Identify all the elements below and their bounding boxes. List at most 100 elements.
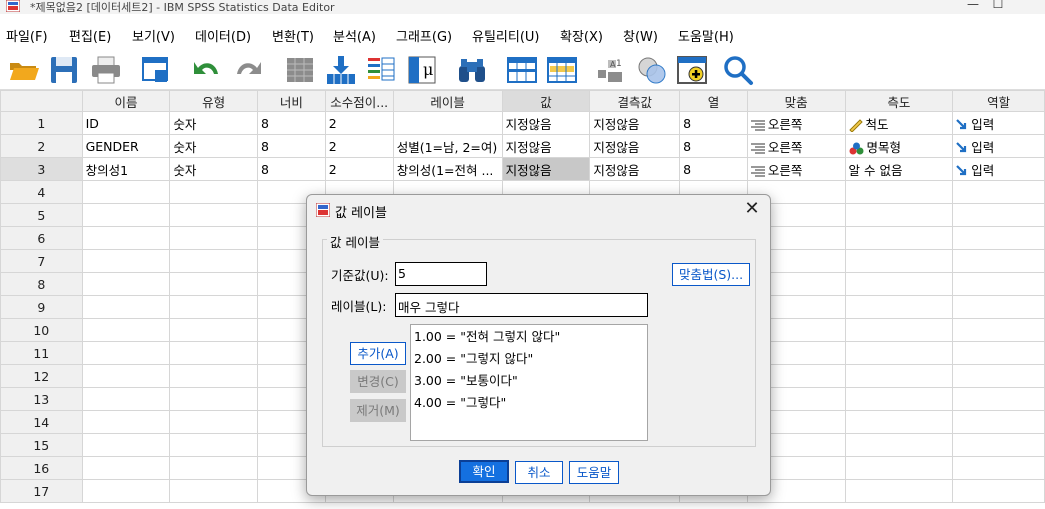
search-icon[interactable]: [722, 54, 754, 86]
row-number[interactable]: 9: [0, 295, 83, 319]
menu-window[interactable]: 창(W): [623, 26, 658, 45]
column-header-decimals[interactable]: 소수점이...: [324, 90, 394, 112]
column-header-values[interactable]: 값: [501, 90, 591, 112]
cell-name[interactable]: GENDER: [81, 134, 171, 158]
close-icon[interactable]: ✕: [742, 198, 762, 219]
row-number[interactable]: 2: [0, 134, 83, 158]
spelling-button[interactable]: 맞춤법(S)...: [672, 263, 750, 286]
cell-align[interactable]: 오른쪽: [746, 134, 846, 158]
use-variable-sets-icon[interactable]: [636, 54, 668, 86]
row-number[interactable]: 4: [0, 180, 83, 204]
row-number[interactable]: 14: [0, 410, 83, 434]
menu-utilities[interactable]: 유틸리티(U): [472, 26, 540, 45]
goto-case-icon[interactable]: [284, 54, 316, 86]
cell-decimals[interactable]: 2: [324, 157, 394, 181]
cell-missing[interactable]: 지정않음: [589, 111, 681, 135]
column-header-role[interactable]: 역할: [952, 90, 1045, 112]
cell-decimals[interactable]: 2: [324, 134, 394, 158]
redo-icon[interactable]: [233, 54, 265, 86]
cell-decimals[interactable]: 2: [324, 111, 394, 135]
help-button[interactable]: 도움말: [569, 461, 619, 484]
cell-label[interactable]: 창의성(1=전혀 ...: [392, 157, 503, 181]
print-icon[interactable]: [90, 54, 122, 86]
cell-name[interactable]: 창의성1: [81, 157, 171, 181]
list-item[interactable]: 3.00 = "보통이다": [414, 371, 644, 393]
cell-columns[interactable]: 8: [679, 111, 748, 135]
column-header-type[interactable]: 유형: [169, 90, 258, 112]
cell-measure[interactable]: 알 수 없음: [844, 157, 954, 181]
cell-type[interactable]: 숫자: [169, 134, 258, 158]
menu-view[interactable]: 보기(V): [132, 26, 175, 45]
row-number[interactable]: 6: [0, 226, 83, 250]
select-cases-icon[interactable]: [546, 54, 578, 86]
row-number[interactable]: 11: [0, 341, 83, 365]
goto-variable-icon[interactable]: [325, 54, 357, 86]
menu-transform[interactable]: 변환(T): [272, 26, 314, 45]
cell-columns[interactable]: 8: [679, 157, 748, 181]
value-labels-icon[interactable]: A1: [596, 54, 628, 86]
row-number[interactable]: 5: [0, 203, 83, 227]
dialog-recall-icon[interactable]: [140, 54, 172, 86]
column-header-width[interactable]: 너비: [256, 90, 326, 112]
cell-values-selected[interactable]: 지정않음: [501, 157, 591, 181]
find-binoculars-icon[interactable]: [456, 54, 488, 86]
row-number[interactable]: 17: [0, 479, 83, 503]
menu-file[interactable]: 파일(F): [6, 26, 48, 45]
row-number[interactable]: 8: [0, 272, 83, 296]
column-header-align[interactable]: 맞춤: [746, 90, 846, 112]
cell-columns[interactable]: 8: [679, 134, 748, 158]
row-number[interactable]: 16: [0, 456, 83, 480]
row-number[interactable]: 1: [0, 111, 83, 135]
open-folder-icon[interactable]: [8, 54, 40, 86]
show-all-variables-icon[interactable]: [676, 54, 708, 86]
cell-type[interactable]: 숫자: [169, 111, 258, 135]
list-item[interactable]: 2.00 = "그렇지 않다": [414, 349, 644, 371]
value-input[interactable]: 5: [395, 262, 487, 286]
ok-button[interactable]: 확인: [459, 460, 509, 483]
menu-help[interactable]: 도움말(H): [678, 26, 734, 45]
add-button[interactable]: 추가(A): [350, 342, 406, 365]
cell-values[interactable]: 지정않음: [501, 111, 591, 135]
undo-icon[interactable]: [190, 54, 222, 86]
cell-values[interactable]: 지정않음: [501, 134, 591, 158]
menu-extensions[interactable]: 확장(X): [560, 26, 603, 45]
corner-cell[interactable]: [0, 90, 83, 112]
column-header-missing[interactable]: 결측값: [589, 90, 681, 112]
row-number[interactable]: 10: [0, 318, 83, 342]
cell-width[interactable]: 8: [256, 134, 326, 158]
cell-missing[interactable]: 지정않음: [589, 134, 681, 158]
column-header-name[interactable]: 이름: [81, 90, 171, 112]
cell-role[interactable]: 입력: [952, 134, 1045, 158]
cell-label[interactable]: 성별(1=남, 2=여): [392, 134, 503, 158]
cell-role[interactable]: 입력: [952, 157, 1045, 181]
cancel-button[interactable]: 취소: [515, 461, 563, 484]
cell-missing[interactable]: 지정않음: [589, 157, 681, 181]
cell-type[interactable]: 숫자: [169, 157, 258, 181]
variables-icon[interactable]: [365, 54, 397, 86]
cell-width[interactable]: 8: [256, 157, 326, 181]
menu-analyze[interactable]: 분석(A): [333, 26, 376, 45]
save-icon[interactable]: [48, 54, 80, 86]
value-label-list[interactable]: 1.00 = "전혀 그렇지 않다" 2.00 = "그렇지 않다" 3.00 …: [410, 324, 648, 441]
cell-name[interactable]: ID: [81, 111, 171, 135]
row-number[interactable]: 12: [0, 364, 83, 388]
run-descriptives-icon[interactable]: μ: [406, 54, 438, 86]
column-header-label[interactable]: 레이블: [392, 90, 503, 112]
remove-button[interactable]: 제거(M): [350, 399, 406, 422]
menu-data[interactable]: 데이터(D): [195, 26, 251, 45]
row-number[interactable]: 7: [0, 249, 83, 273]
list-item[interactable]: 1.00 = "전혀 그렇지 않다": [414, 327, 644, 349]
menu-edit[interactable]: 편집(E): [69, 26, 111, 45]
maximize-button[interactable]: ☐: [975, 0, 1021, 14]
cell-align[interactable]: 오른쪽: [746, 157, 846, 181]
cell-label[interactable]: [392, 111, 503, 135]
list-item[interactable]: 4.00 = "그렇다": [414, 393, 644, 415]
cell-width[interactable]: 8: [256, 111, 326, 135]
label-input[interactable]: 매우 그렇다: [395, 293, 648, 317]
change-button[interactable]: 변경(C): [350, 370, 406, 393]
split-file-icon[interactable]: [506, 54, 538, 86]
column-header-measure[interactable]: 측도: [844, 90, 954, 112]
menu-graphs[interactable]: 그래프(G): [396, 26, 452, 45]
row-number[interactable]: 13: [0, 387, 83, 411]
row-number[interactable]: 15: [0, 433, 83, 457]
